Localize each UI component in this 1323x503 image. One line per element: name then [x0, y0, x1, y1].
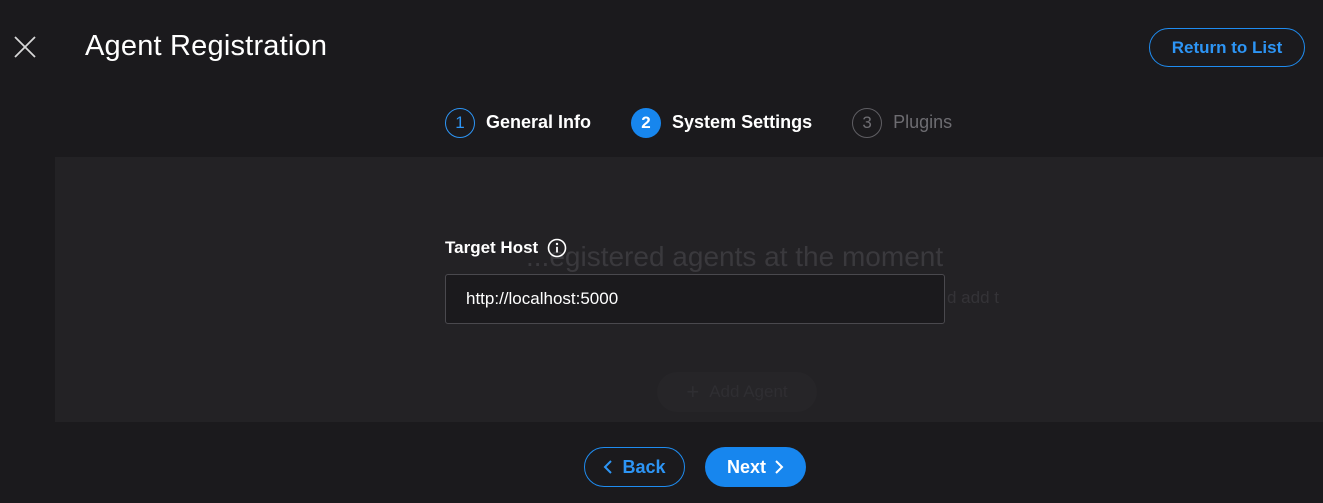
page-title: Agent Registration: [85, 30, 328, 62]
target-host-label-text: Target Host: [445, 238, 539, 257]
chevron-right-icon: [774, 460, 784, 474]
next-label: Next: [726, 456, 766, 477]
background-add-agent-button: + Add Agent: [657, 372, 817, 412]
back-label: Back: [622, 456, 666, 477]
close-icon: [14, 36, 36, 58]
step-label: General Info: [486, 112, 592, 132]
target-host-label: Target Host: [445, 238, 567, 258]
step-number: 2: [631, 107, 662, 138]
add-agent-label: Add Agent: [709, 382, 788, 401]
close-button[interactable]: [12, 34, 38, 60]
step-system-settings[interactable]: 2 System Settings: [631, 107, 813, 138]
plus-icon: +: [686, 379, 700, 404]
step-label: System Settings: [672, 112, 813, 132]
step-general-info[interactable]: 1 General Info: [445, 107, 592, 138]
next-button[interactable]: Next: [705, 447, 806, 487]
chevron-left-icon: [603, 460, 613, 474]
step-number: 3: [852, 107, 883, 138]
step-number: 1: [445, 107, 475, 138]
info-icon[interactable]: [547, 238, 567, 258]
back-button[interactable]: Back: [584, 447, 685, 487]
background-empty-subtitle: d add t: [947, 288, 999, 307]
step-plugins: 3 Plugins: [852, 107, 953, 138]
return-to-list-button[interactable]: Return to List: [1149, 28, 1305, 67]
stepper: 1 General Info 2 System Settings 3 Plugi…: [445, 107, 952, 138]
target-host-input[interactable]: [445, 274, 945, 324]
step-label: Plugins: [893, 112, 953, 132]
background-empty-title: ...egistered agents at the moment: [526, 241, 944, 272]
